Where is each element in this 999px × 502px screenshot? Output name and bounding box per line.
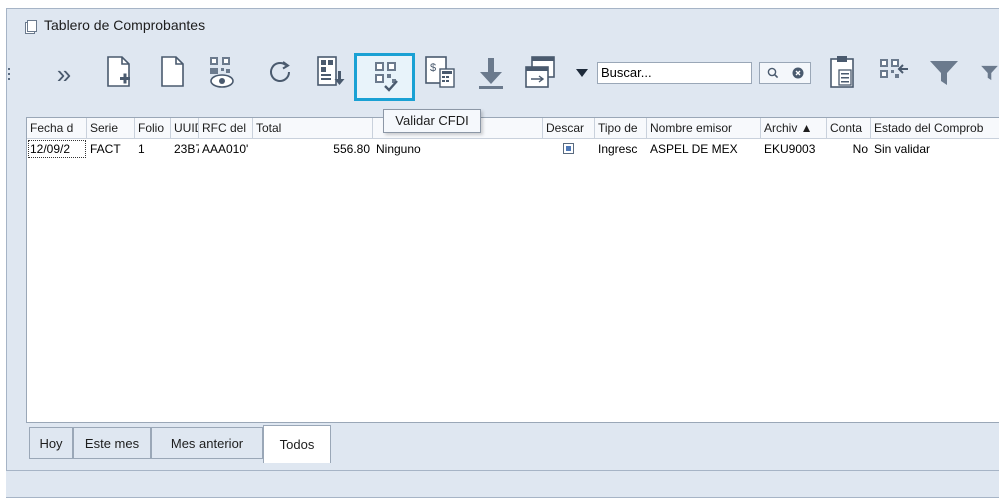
receipts-table: Fecha d Serie Folio UUID RFC del Total D…	[26, 117, 999, 423]
toolbar-overflow-button[interactable]: »	[52, 59, 76, 89]
cell-rfc: AAA010'	[202, 142, 249, 156]
qr-view-icon[interactable]	[204, 52, 240, 92]
table-row[interactable]: 12/09/2 FACT 1 23B7 AAA010' 556.80 Ningu…	[27, 139, 999, 159]
tab-mes-anterior[interactable]: Mes anterior	[151, 427, 263, 459]
clear-search-icon[interactable]	[785, 63, 810, 83]
col-descargado[interactable]: Descar	[543, 118, 595, 138]
cell-descargado-checkbox[interactable]	[563, 143, 574, 154]
col-estado[interactable]: Estado del Comprob	[871, 118, 999, 138]
cell-estado: Sin validar	[874, 142, 931, 156]
svg-text:$: $	[430, 62, 436, 74]
cell-fecha: 12/09/2	[27, 139, 87, 159]
clipboard-icon[interactable]	[826, 52, 860, 92]
cell-folio: 1	[138, 142, 145, 156]
col-rfc[interactable]: RFC del	[199, 118, 253, 138]
tab-todos[interactable]: Todos	[263, 425, 331, 463]
col-folio[interactable]: Folio	[135, 118, 171, 138]
col-fecha[interactable]: Fecha d	[27, 118, 87, 138]
app-icon	[25, 20, 37, 34]
validate-cfdi-icon	[374, 62, 398, 92]
cell-total: 556.80	[333, 142, 370, 156]
cell-uuid: 23B7	[174, 142, 199, 156]
tooltip-validar-cfdi: Validar CFDI	[383, 109, 481, 133]
col-uuid[interactable]: UUID	[171, 118, 199, 138]
invoice-calc-icon[interactable]: $	[422, 52, 458, 92]
cell-emisor: ASPEL DE MEX	[650, 142, 738, 156]
toolbar-grip[interactable]	[8, 68, 10, 82]
qr-arrow-icon[interactable]	[876, 52, 912, 92]
col-total[interactable]: Total	[253, 118, 373, 138]
new-doc-icon[interactable]	[104, 52, 134, 92]
refresh-icon[interactable]	[264, 54, 296, 90]
col-serie[interactable]: Serie	[87, 118, 135, 138]
cell-archivo: EKU9003	[764, 142, 816, 156]
tab-hoy[interactable]: Hoy	[29, 427, 73, 459]
validate-cfdi-button[interactable]	[354, 53, 415, 101]
cell-tipo: Ingresc	[598, 142, 638, 156]
filter-secondary-icon[interactable]	[980, 58, 999, 88]
cell-serie: FACT	[90, 142, 121, 156]
col-conta[interactable]: Conta	[827, 118, 871, 138]
download-icon[interactable]	[474, 54, 508, 92]
dropdown-arrow-icon[interactable]	[572, 64, 592, 82]
import-icon[interactable]	[314, 52, 348, 92]
col-tipo[interactable]: Tipo de	[595, 118, 647, 138]
title-bar: Tablero de Comprobantes	[7, 9, 999, 43]
blank-doc-icon[interactable]	[158, 52, 188, 92]
window-title: Tablero de Comprobantes	[44, 17, 206, 33]
status-bar	[6, 470, 999, 497]
cell-moneda: Ninguno	[376, 142, 421, 156]
table-header: Fecha d Serie Folio UUID RFC del Total D…	[27, 118, 999, 139]
col-emisor[interactable]: Nombre emisor	[647, 118, 761, 138]
search-buttons	[759, 62, 811, 84]
filter-icon[interactable]	[926, 58, 962, 88]
search-input[interactable]: Buscar...	[597, 62, 752, 84]
cell-conta: No	[852, 142, 868, 156]
search-icon[interactable]	[760, 63, 785, 83]
tab-este-mes[interactable]: Este mes	[73, 427, 151, 459]
window-layout-icon[interactable]	[522, 52, 558, 92]
col-archivo[interactable]: Archiv ▲	[761, 118, 827, 138]
